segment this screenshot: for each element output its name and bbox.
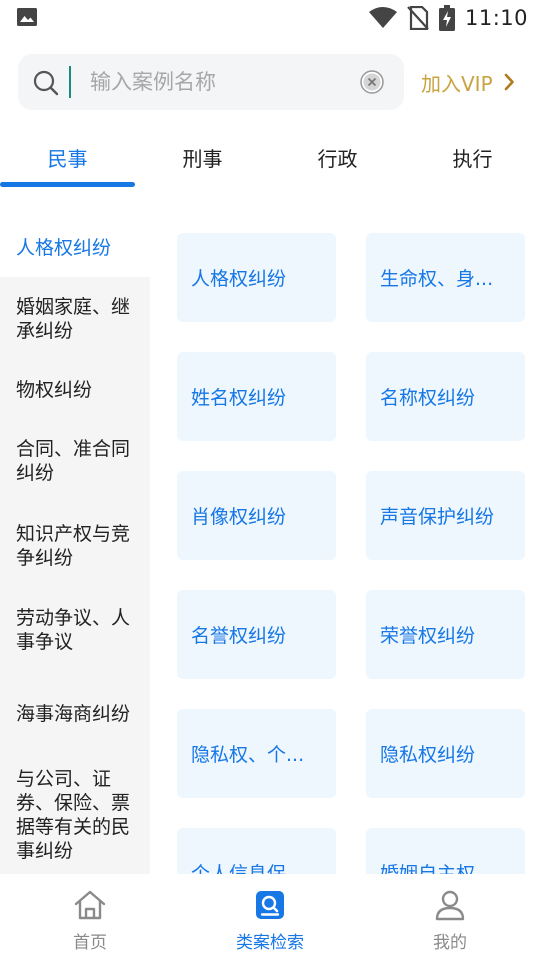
subcategory-label: 名誉权纠纷 [191,625,287,647]
subcategory-card[interactable]: 声音保护纠纷 [366,471,525,560]
profile-icon [435,890,465,921]
battery-charging-icon [438,5,455,31]
subcategory-label: 名称权纠纷 [380,387,476,409]
tab-civil[interactable]: 民事 [0,130,135,190]
category-item[interactable]: 物权纠纷 [0,361,150,418]
tab-criminal[interactable]: 刑事 [135,130,270,190]
category-item[interactable]: 人格权纠纷 [0,218,150,277]
nav-profile-label: 我的 [433,933,467,953]
subcategory-label: 个人信息保 [191,863,287,874]
subcategory-grid: 人格权纠纷 生命权、身... 姓名权纠纷 名称权纠纷 肖像权纠纷 声音保护纠纷 … [150,218,540,874]
subcategory-card[interactable]: 荣誉权纠纷 [366,590,525,679]
subcategory-card[interactable]: 隐私权纠纷 [366,709,525,798]
subcategory-label: 姓名权纠纷 [191,387,287,409]
status-time: 11:10 [464,6,528,30]
subcategory-label: 隐私权纠纷 [380,744,476,766]
image-icon [17,8,37,26]
case-search-icon [256,891,284,919]
category-list: 人格权纠纷 婚姻家庭、继承纠纷 物权纠纷 合同、准合同纠纷 知识产权与竞争纠纷 … [0,218,150,874]
nav-case-search[interactable]: 类案检索 [180,874,360,960]
category-item[interactable]: 劳动争议、人事争议 [0,588,150,672]
subcategory-label: 婚姻自主权 [380,863,476,874]
search-box[interactable] [18,54,404,110]
category-item[interactable]: 合同、准合同纠纷 [0,418,150,504]
subcategory-label: 隐私权、个... [191,744,305,766]
search-icon [33,70,59,96]
category-item[interactable]: 海事海商纠纷 [0,672,150,756]
category-item[interactable]: 婚姻家庭、继承纠纷 [0,277,150,361]
category-item[interactable]: 知识产权与竞争纠纷 [0,504,150,588]
tab-enforcement[interactable]: 执行 [405,130,540,190]
subcategory-card[interactable]: 隐私权、个... [177,709,336,798]
subcategory-card[interactable]: 名称权纠纷 [366,352,525,441]
join-vip-button[interactable]: 加入VIP [421,66,515,98]
home-icon [74,890,106,920]
subcategory-label: 肖像权纠纷 [191,506,287,528]
category-item[interactable]: 与公司、证券、保险、票据等有关的民事纠纷 [0,756,150,874]
nav-profile[interactable]: 我的 [360,874,540,960]
subcategory-card[interactable]: 婚姻自主权 [366,828,525,874]
wifi-icon [368,7,397,28]
subcategory-card[interactable]: 肖像权纠纷 [177,471,336,560]
search-input[interactable] [70,62,350,102]
text-cursor [69,66,71,98]
status-bar: 11:10 [0,0,540,36]
nav-home[interactable]: 首页 [0,874,180,960]
subcategory-card[interactable]: 个人信息保 [177,828,336,874]
subcategory-label: 人格权纠纷 [191,268,287,290]
bottom-nav: 首页 类案检索 我的 [0,874,540,960]
case-type-tabs: 民事 刑事 行政 执行 [0,130,540,190]
subcategory-card[interactable]: 姓名权纠纷 [177,352,336,441]
subcategory-label: 荣誉权纠纷 [380,625,476,647]
clear-icon[interactable] [360,70,384,94]
chevron-right-icon [504,73,514,91]
subcategory-card[interactable]: 人格权纠纷 [177,233,336,322]
subcategory-card[interactable]: 生命权、身... [366,233,525,322]
tab-administrative[interactable]: 行政 [270,130,405,190]
nav-home-label: 首页 [73,933,107,953]
subcategory-label: 生命权、身... [380,268,494,290]
nav-case-search-label: 类案检索 [236,933,304,953]
subcategory-label: 声音保护纠纷 [380,506,495,528]
subcategory-card[interactable]: 名誉权纠纷 [177,590,336,679]
no-sim-icon [407,6,429,30]
join-vip-label: 加入VIP [421,71,493,96]
